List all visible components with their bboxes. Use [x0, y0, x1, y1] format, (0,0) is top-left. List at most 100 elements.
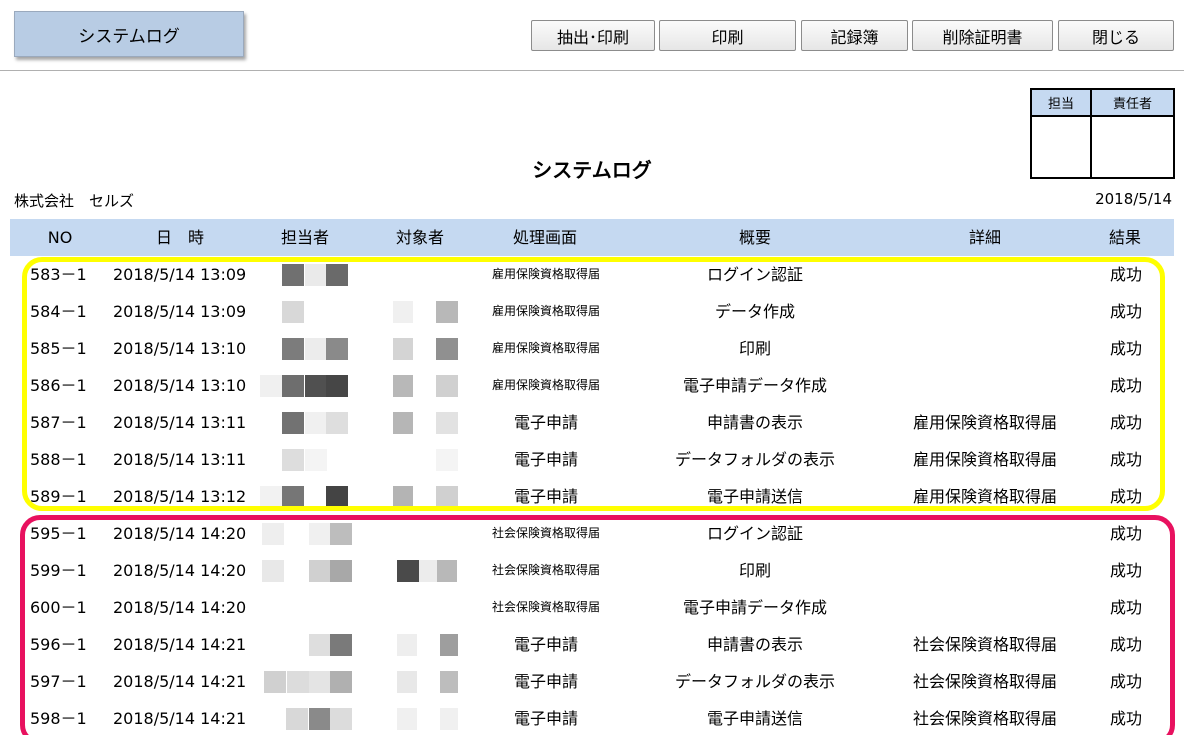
redacted-name-block	[397, 671, 417, 693]
report-date: 2018/5/14	[1095, 190, 1172, 208]
redacted-name-block	[330, 708, 352, 730]
cell-detail: 雇用保険資格取得届	[912, 413, 1057, 432]
company-name: 株式会社 セルズ	[14, 192, 135, 210]
cell-summary: 電子申請送信	[706, 709, 803, 728]
cell-detail: 社会保険資格取得届	[912, 672, 1057, 691]
cell-screen: 電子申請	[513, 635, 578, 654]
redacted-name-block	[305, 375, 327, 397]
cell-datetime: 2018/5/14 14:21	[113, 635, 247, 654]
redacted-name-block	[397, 560, 419, 582]
cell-datetime: 2018/5/14 14:20	[113, 598, 247, 617]
redacted-name-block	[282, 449, 304, 471]
cell-summary: 電子申請データ作成	[682, 376, 827, 395]
col-header-screen: 処理画面	[512, 228, 577, 247]
redacted-name-block	[282, 375, 304, 397]
cell-result: 成功	[1109, 598, 1142, 617]
redacted-name-block	[436, 486, 458, 508]
cell-screen: 雇用保険資格取得届	[491, 341, 600, 355]
cell-screen: 電子申請	[513, 487, 578, 506]
cell-datetime: 2018/5/14 13:12	[113, 487, 247, 506]
cell-summary: 申請書の表示	[706, 635, 803, 654]
cell-detail: 雇用保険資格取得届	[912, 487, 1057, 506]
redacted-name-block	[305, 449, 327, 471]
cell-datetime: 2018/5/14 13:10	[113, 339, 247, 358]
cell-summary: データフォルダの表示	[674, 672, 835, 691]
cell-screen: 電子申請	[513, 450, 578, 469]
col-header-detail: 詳細	[968, 228, 1001, 247]
redacted-name-block	[282, 338, 304, 360]
cell-detail	[890, 256, 1080, 293]
redacted-name-block	[309, 708, 331, 730]
cell-no: 584－1	[30, 302, 87, 321]
cell-result: 成功	[1109, 487, 1142, 506]
redacted-name-block	[393, 375, 413, 397]
cell-no: 599－1	[30, 561, 87, 580]
cell-datetime: 2018/5/14 13:11	[113, 450, 247, 469]
deletion-certificate-button[interactable]: 削除証明書	[912, 20, 1053, 51]
redacted-name-block	[440, 671, 458, 693]
redacted-name-block	[309, 560, 331, 582]
close-button[interactable]: 閉じる	[1058, 20, 1174, 51]
cell-detail	[890, 293, 1080, 330]
cell-datetime: 2018/5/14 13:09	[113, 302, 247, 321]
cell-screen: 雇用保険資格取得届	[491, 378, 600, 392]
redacted-name-block	[330, 560, 352, 582]
redacted-name-block	[309, 671, 331, 693]
col-header-datetime: 日 時	[155, 228, 204, 247]
cell-no: 600－1	[30, 598, 87, 617]
print-button[interactable]: 印刷	[659, 20, 796, 51]
redacted-name-block	[282, 486, 304, 508]
col-header-no: NO	[47, 228, 73, 247]
cell-no: 585－1	[30, 339, 87, 358]
cell-detail	[890, 330, 1080, 367]
cell-detail	[890, 552, 1080, 589]
redacted-name-block	[262, 560, 284, 582]
redacted-name-block	[287, 671, 309, 693]
cell-result: 成功	[1109, 413, 1142, 432]
cell-result: 成功	[1109, 672, 1142, 691]
redacted-name-block	[419, 560, 437, 582]
cell-summary: 電子申請データ作成	[682, 598, 827, 617]
table-row: 600－1 2018/5/14 14:20 社会保険資格取得届 電子申請データ作成 成功	[0, 589, 1184, 626]
redacted-name-block	[326, 375, 348, 397]
cell-datetime: 2018/5/14 14:20	[113, 524, 247, 543]
redacted-name-block	[393, 301, 413, 323]
redacted-name-block	[282, 301, 304, 323]
table-row: 597－1 2018/5/14 14:21 電子申請 データフォルダの表示 社会保険資格…	[0, 663, 1184, 700]
table-row: 588－1 2018/5/14 13:11 電子申請 データフォルダの表示 雇用保険資格…	[0, 441, 1184, 478]
cell-summary: データフォルダの表示	[674, 450, 835, 469]
cell-summary: 印刷	[738, 339, 771, 358]
redacted-name-block	[436, 449, 458, 471]
redacted-name-block	[309, 523, 331, 545]
table-row: 595－1 2018/5/14 14:20 社会保険資格取得届 ログイン認証 成功	[0, 515, 1184, 552]
redacted-name-block	[436, 375, 458, 397]
cell-detail	[890, 589, 1080, 626]
redacted-name-block	[260, 375, 282, 397]
cell-datetime: 2018/5/14 14:20	[113, 561, 247, 580]
cell-result: 成功	[1109, 635, 1142, 654]
cell-result: 成功	[1109, 376, 1142, 395]
cell-no: 587－1	[30, 413, 87, 432]
cell-detail: 雇用保険資格取得届	[912, 450, 1057, 469]
redacted-name-block	[326, 412, 348, 434]
redacted-name-block	[262, 523, 284, 545]
redacted-name-block	[326, 338, 348, 360]
table-row: 584－1 2018/5/14 13:09 雇用保険資格取得届 データ作成 成功	[0, 293, 1184, 330]
record-book-button[interactable]: 記録簿	[801, 20, 908, 51]
cell-screen: 電子申請	[513, 709, 578, 728]
cell-result: 成功	[1109, 450, 1142, 469]
cell-result: 成功	[1109, 265, 1142, 284]
col-header-result: 結果	[1108, 228, 1141, 247]
redacted-name-block	[326, 486, 348, 508]
table-header: NO 日 時 担当者 対象者 処理画面 概要 詳細 結果	[10, 219, 1174, 256]
toolbar-divider	[0, 70, 1184, 71]
cell-summary: 申請書の表示	[706, 413, 803, 432]
redacted-name-block	[393, 338, 413, 360]
redacted-name-block	[305, 338, 327, 360]
extract-print-button[interactable]: 抽出･印刷	[531, 20, 655, 51]
col-header-summary: 概要	[738, 228, 771, 247]
title-tab: システムログ	[14, 11, 244, 57]
redacted-name-block	[282, 412, 304, 434]
document-title: システムログ	[532, 158, 652, 182]
cell-result: 成功	[1109, 339, 1142, 358]
